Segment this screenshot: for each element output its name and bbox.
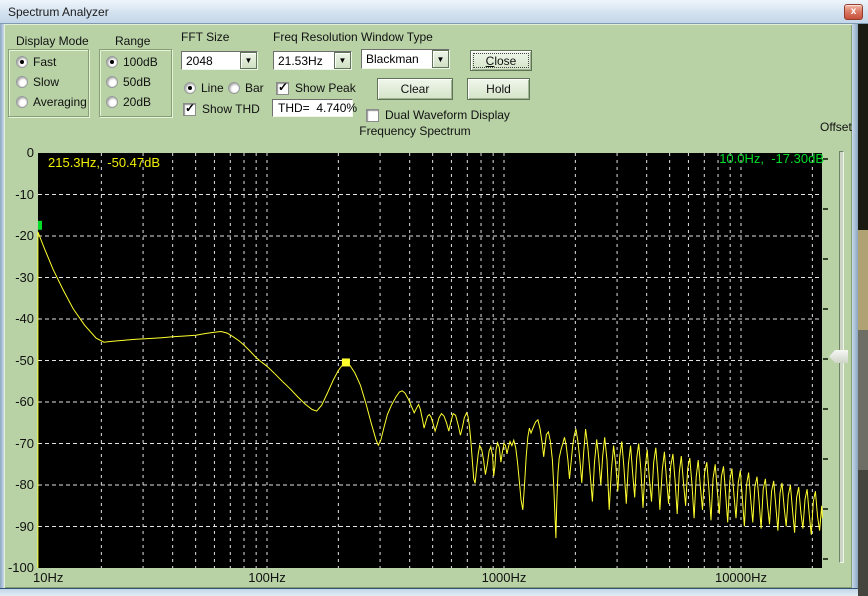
show-thd-check-icon[interactable] (183, 101, 196, 116)
background-strip (858, 24, 868, 230)
y-axis-label: -60 (15, 394, 34, 409)
show-peak-label: Show Peak (295, 81, 356, 95)
radio-line[interactable]: Line (184, 81, 224, 95)
y-axis-label: -40 (15, 311, 34, 326)
offset-slider-tick (823, 158, 828, 160)
radio-fast[interactable]: Fast (16, 55, 56, 69)
show-peak-check-icon[interactable] (276, 80, 289, 95)
radio-100db-label: 100dB (123, 55, 158, 69)
dual-waveform-label: Dual Waveform Display (385, 108, 510, 122)
y-axis-label: -10 (15, 186, 34, 202)
show-thd-label: Show THD (202, 102, 260, 116)
window-frame-bottom (0, 588, 858, 596)
radio-100db-icon[interactable] (106, 56, 118, 68)
peak-readout: 215.3Hz, -50.47dB (48, 155, 161, 170)
radio-bar-label: Bar (245, 81, 264, 95)
hold-button-label: Hold (486, 82, 511, 96)
offset-slider-tick (823, 258, 828, 260)
dual-waveform-check-icon[interactable] (366, 108, 379, 122)
radio-slow[interactable]: Slow (16, 75, 59, 89)
spectrum-analyzer-window: Spectrum Analyzer x Display Mode Fast Sl… (0, 0, 868, 596)
dual-waveform-checkbox[interactable]: Dual Waveform Display (366, 108, 510, 122)
y-axis-label: -80 (15, 477, 34, 492)
chevron-down-icon[interactable]: ▼ (334, 52, 351, 69)
y-axis-label: -20 (15, 228, 34, 243)
freq-resolution-label: Freq Resolution (273, 30, 358, 44)
y-axis-label: -100 (7, 560, 34, 575)
radio-averaging-icon[interactable] (16, 96, 28, 108)
window-type-combo[interactable]: Blackman ▼ (361, 49, 450, 69)
radio-slow-label: Slow (33, 75, 60, 89)
cursor-readout: 10.0Hz, -17.30dB (719, 151, 824, 166)
chart-title: Frequency Spectrum (359, 124, 471, 138)
window-type-value: Blackman (366, 52, 419, 66)
offset-slider-tick (823, 308, 828, 310)
y-axis-label: -30 (15, 269, 34, 285)
offset-slider-tick (823, 358, 828, 360)
window-frame-right (852, 24, 858, 588)
window-type-label: Window Type (361, 30, 433, 44)
spectrum-plot-area[interactable] (38, 153, 822, 568)
y-axis-label: -90 (15, 518, 34, 534)
background-strip (858, 470, 868, 596)
close-button[interactable]: Close (470, 50, 532, 71)
radio-slow-icon[interactable] (16, 76, 28, 88)
offset-slider-tick (823, 458, 828, 460)
radio-50db-label: 50dB (123, 75, 152, 89)
show-peak-checkbox[interactable]: Show Peak (276, 80, 356, 95)
radio-20db-icon[interactable] (106, 96, 118, 108)
offset-slider-tick (823, 508, 828, 510)
close-button-label: Close (485, 53, 517, 68)
window-close-button[interactable]: x (844, 4, 863, 20)
x-axis-label: 1000Hz (481, 570, 527, 585)
fft-size-combo[interactable]: 2048 ▼ (181, 51, 258, 70)
radio-bar[interactable]: Bar (228, 81, 264, 95)
y-axis-label: -50 (15, 352, 34, 368)
y-axis-label: -70 (15, 435, 34, 451)
offset-slider-tick (823, 558, 828, 560)
freq-resolution-value: 21.53Hz (278, 53, 323, 68)
radio-100db[interactable]: 100dB (106, 55, 158, 69)
hold-button[interactable]: Hold (467, 78, 530, 100)
fft-size-label: FFT Size (181, 30, 230, 44)
background-strip (858, 330, 868, 470)
chevron-down-icon[interactable]: ▼ (240, 52, 257, 69)
radio-bar-icon[interactable] (228, 82, 240, 94)
window-title: Spectrum Analyzer (8, 5, 109, 19)
radio-fast-label: Fast (33, 55, 57, 69)
radio-line-icon[interactable] (184, 82, 196, 94)
offset-slider-tick (823, 408, 828, 410)
fft-size-value: 2048 (186, 53, 213, 68)
clear-button-label: Clear (400, 82, 430, 96)
clear-button[interactable]: Clear (377, 78, 453, 100)
radio-line-label: Line (201, 81, 224, 95)
x-axis-label: 10000Hz (714, 570, 768, 585)
radio-50db-icon[interactable] (106, 76, 118, 88)
show-thd-checkbox[interactable]: Show THD (183, 101, 260, 116)
display-mode-label: Display Mode (16, 34, 89, 48)
x-axis-label: 100Hz (248, 570, 286, 585)
radio-20db-label: 20dB (123, 95, 152, 109)
x-axis-label: 10Hz (33, 570, 64, 585)
y-axis-label: 0 (26, 145, 34, 160)
background-strip (858, 230, 868, 330)
offset-slider-tick (823, 208, 828, 210)
freq-resolution-combo[interactable]: 21.53Hz ▼ (273, 51, 352, 70)
range-label: Range (115, 34, 151, 48)
radio-averaging[interactable]: Averaging (16, 95, 87, 109)
radio-averaging-label: Averaging (33, 95, 87, 109)
thd-readout-field: THD= 4.740% (272, 99, 357, 117)
radio-fast-icon[interactable] (16, 56, 28, 68)
radio-50db[interactable]: 50dB (106, 75, 151, 89)
offset-slider-label: Offset (820, 120, 852, 134)
radio-20db[interactable]: 20dB (106, 95, 151, 109)
chevron-down-icon[interactable]: ▼ (432, 50, 449, 68)
title-bar[interactable]: Spectrum Analyzer x (0, 0, 868, 24)
